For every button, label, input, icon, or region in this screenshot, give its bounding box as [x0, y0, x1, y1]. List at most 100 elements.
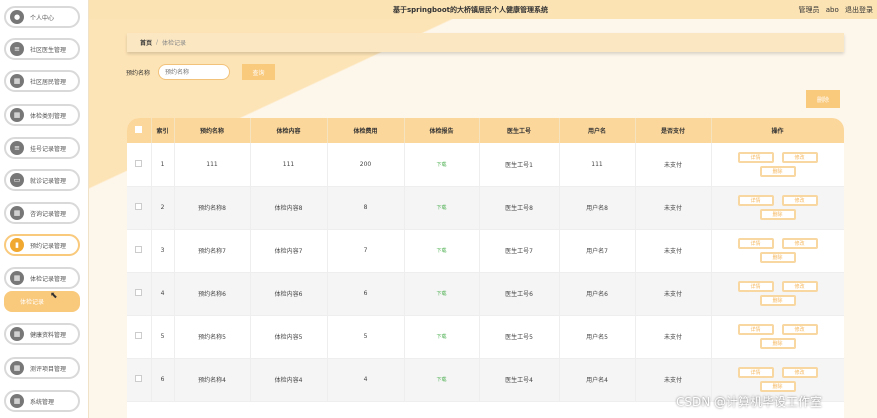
detail-button[interactable]: 详情: [737, 324, 774, 335]
cell-appointment-name: 111: [174, 143, 251, 187]
cell-appointment-name: 预约名称4: [174, 358, 251, 402]
sidebar-item-exam-record-management[interactable]: ▦ 体检记录管理: [4, 267, 80, 289]
delete-button[interactable]: 删除: [759, 338, 796, 349]
row-checkbox[interactable]: [127, 272, 152, 316]
cell-exam-fee: 7: [327, 229, 405, 273]
column-header: 体检报告: [404, 118, 480, 143]
delete-button[interactable]: 删除: [759, 209, 796, 220]
detail-button[interactable]: 详情: [737, 195, 774, 206]
cell-index: 1: [151, 143, 175, 187]
delete-button[interactable]: 删除: [759, 252, 796, 263]
chat-icon: ▭: [10, 173, 24, 187]
cell-appointment-name: 预约名称7: [174, 229, 251, 273]
report-download-link[interactable]: 下载: [404, 315, 480, 359]
column-header: 索引: [151, 118, 175, 143]
delete-button[interactable]: 删除: [759, 165, 796, 177]
submenu-label: 体检记录: [20, 299, 45, 306]
row-checkbox[interactable]: [127, 229, 152, 273]
detail-button[interactable]: 详情: [737, 238, 774, 249]
cell-exam-content: 体检内容4: [250, 358, 328, 402]
sidebar-item-visit-management[interactable]: ▭ 就诊记录管理: [4, 169, 80, 191]
report-download-link[interactable]: 下载: [404, 272, 480, 316]
column-header: 用户名: [559, 118, 636, 143]
sidebar-item-registration-management[interactable]: ≡ 挂号记录管理: [4, 137, 80, 159]
sidebar-item-appointment-management[interactable]: ▮ 预约记录管理: [4, 234, 80, 256]
cell-index: 3: [151, 229, 175, 273]
select-all-checkbox[interactable]: [127, 118, 152, 143]
cell-paid-status: 未支付: [635, 229, 712, 273]
delete-button[interactable]: 删除: [759, 381, 796, 392]
cell-actions: 详情 修改删除: [711, 229, 844, 273]
detail-button[interactable]: 详情: [737, 367, 774, 378]
detail-button[interactable]: 详情: [737, 281, 774, 292]
batch-delete-button[interactable]: 删除: [806, 90, 840, 108]
sidebar-item-doctor-management[interactable]: ≡ 社区医生管理: [4, 38, 80, 60]
table-row: 3 预约名称7 体检内容7 7 下载 医生工号7 用户名7 未支付 详情 修改 删除: [127, 229, 844, 273]
sidebar-item-label: 系统管理: [30, 398, 55, 406]
chart-icon: ▮: [10, 238, 24, 252]
report-download-link[interactable]: 下载: [404, 358, 480, 402]
column-header: 体检费用: [327, 118, 405, 143]
report-download-link[interactable]: 下载: [404, 229, 480, 273]
submenu-exam-record[interactable]: 体检记录: [4, 291, 80, 312]
column-header: 体检内容: [250, 118, 328, 143]
cell-exam-fee: 6: [327, 272, 405, 316]
user-role: 管理员: [798, 6, 820, 14]
edit-button[interactable]: 修改: [781, 151, 818, 163]
sidebar-item-label: 预约记录管理: [30, 242, 67, 250]
report-download-link[interactable]: 下载: [404, 143, 480, 187]
grid-icon: ▦: [10, 74, 24, 88]
edit-button[interactable]: 修改: [781, 238, 818, 249]
sidebar-item-exam-category-management[interactable]: ▦ 体检类别管理: [4, 104, 80, 126]
cell-index: 5: [151, 315, 175, 359]
table-row: 4 预约名称6 体检内容6 6 下载 医生工号6 用户名6 未支付 详情 修改 删除: [127, 272, 844, 316]
detail-button[interactable]: 详情: [737, 151, 774, 163]
list-icon: ≡: [10, 42, 24, 56]
cell-username: 用户名7: [559, 229, 636, 273]
sidebar-item-assessment-management[interactable]: ▦ 测评项目管理: [4, 357, 80, 379]
cell-index: 4: [151, 272, 175, 316]
search-label: 预约名称: [126, 70, 151, 77]
cell-exam-content: 体检内容6: [250, 272, 328, 316]
sidebar-item-label: 社区居民管理: [30, 78, 67, 86]
sidebar-item-label: 咨询记录管理: [30, 210, 67, 218]
table-row: 5 预约名称5 体检内容5 5 下载 医生工号5 用户名5 未支付 详情 修改 删除: [127, 315, 844, 359]
sidebar-item-personal-center[interactable]: ● 个人中心: [4, 6, 80, 28]
cell-actions: 详情 修改删除: [711, 272, 844, 316]
breadcrumb-home[interactable]: 首页: [140, 38, 152, 47]
edit-button[interactable]: 修改: [781, 195, 818, 206]
cell-actions: 详情 修改删除: [711, 186, 844, 230]
grid-icon: ▦: [10, 394, 24, 408]
row-checkbox[interactable]: [127, 186, 152, 230]
sidebar-item-consultation-management[interactable]: ▦ 咨询记录管理: [4, 202, 80, 224]
search-input[interactable]: [158, 64, 230, 80]
row-checkbox[interactable]: [127, 358, 152, 402]
cell-appointment-name: 预约名称8: [174, 186, 251, 230]
table-header-row: 索引 预约名称 体检内容 体检费用 体检报告 医生工号 用户名 是否支付 操作: [127, 118, 844, 143]
delete-button[interactable]: 删除: [759, 295, 796, 306]
cell-username: 111: [559, 143, 636, 187]
edit-button[interactable]: 修改: [781, 324, 818, 335]
report-download-link[interactable]: 下载: [404, 186, 480, 230]
grid-icon: ▦: [10, 327, 24, 341]
query-button[interactable]: 查询: [242, 64, 275, 80]
list-icon: ≡: [10, 141, 24, 155]
logout-link[interactable]: 退出登录: [845, 6, 873, 14]
cell-doctor-id: 医生工号4: [479, 358, 560, 402]
user-area: 管理员 abo 退出登录: [795, 5, 873, 15]
cell-paid-status: 未支付: [635, 186, 712, 230]
sidebar-item-system-management[interactable]: ▦ 系统管理: [4, 390, 80, 412]
cell-paid-status: 未支付: [635, 315, 712, 359]
edit-button[interactable]: 修改: [781, 281, 818, 292]
cell-exam-content: 体检内容7: [250, 229, 328, 273]
sidebar-item-health-info-management[interactable]: ▦ 健康资料管理: [4, 323, 80, 345]
cell-doctor-id: 医生工号5: [479, 315, 560, 359]
cell-exam-fee: 4: [327, 358, 405, 402]
cell-username: 用户名5: [559, 315, 636, 359]
row-checkbox[interactable]: [127, 143, 152, 187]
cell-paid-status: 未支付: [635, 143, 712, 187]
sidebar-item-resident-management[interactable]: ▦ 社区居民管理: [4, 70, 80, 92]
cell-exam-fee: 8: [327, 186, 405, 230]
row-checkbox[interactable]: [127, 315, 152, 359]
edit-button[interactable]: 修改: [781, 367, 818, 378]
